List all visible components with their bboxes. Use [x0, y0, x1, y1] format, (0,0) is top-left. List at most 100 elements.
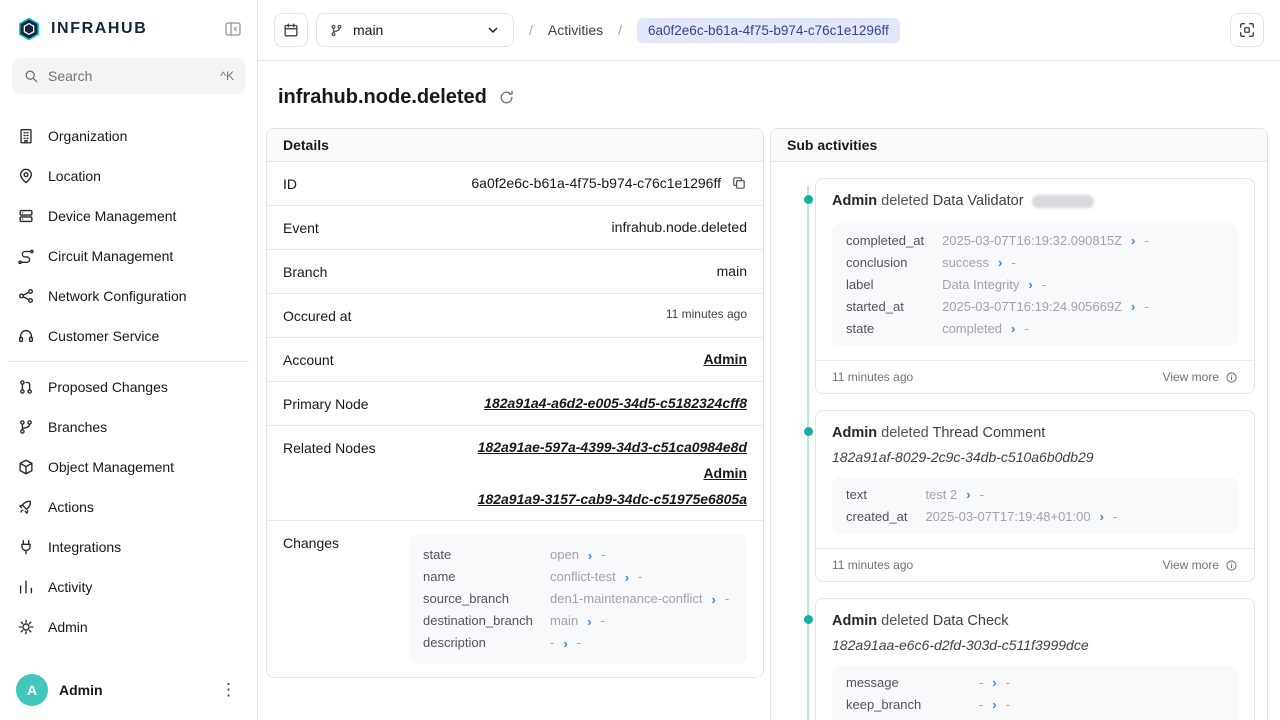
view-more-button[interactable]: View more: [1163, 370, 1238, 384]
change-after: -: [638, 566, 642, 588]
property-after: -: [1113, 509, 1117, 524]
activity-footer: 11 minutes ago View more: [816, 360, 1254, 393]
change-row: description - › -: [423, 632, 733, 654]
search-input[interactable]: Search ^K: [12, 58, 245, 94]
refresh-button[interactable]: [498, 89, 515, 106]
sidebar-item-activity[interactable]: Activity: [8, 567, 249, 607]
detail-label: Related Nodes: [283, 439, 376, 456]
chevron-right-icon[interactable]: ›: [1100, 510, 1104, 523]
topbar: main / Activities / 6a0f2e6c-b61a-4f75-b…: [258, 0, 1280, 61]
chevron-right-icon[interactable]: ›: [992, 676, 996, 689]
view-more-button[interactable]: View more: [1163, 558, 1238, 572]
chevron-right-icon[interactable]: ›: [711, 593, 715, 606]
detail-label: Branch: [283, 263, 327, 280]
activity-object: Data Validator: [933, 193, 1024, 209]
map-pin-icon: [17, 167, 35, 185]
sub-activities-timeline: Admin deleted Data Validator completed_a…: [771, 162, 1267, 720]
headset-icon: [17, 327, 35, 345]
activity-actor: Admin: [832, 613, 877, 629]
circuit-icon: [17, 247, 35, 265]
collapse-sidebar-button[interactable]: [223, 19, 243, 39]
gear-icon: [17, 618, 35, 636]
copy-icon[interactable]: [731, 175, 747, 191]
chevron-right-icon[interactable]: ›: [1011, 322, 1015, 335]
chevron-right-icon[interactable]: ›: [563, 637, 567, 650]
sidebar-item-object-management[interactable]: Object Management: [8, 447, 249, 487]
branch-selector[interactable]: main: [316, 13, 514, 47]
activity-object: Data Check: [933, 613, 1009, 629]
chevron-right-icon[interactable]: ›: [625, 571, 629, 584]
detail-value-branch: main: [717, 263, 747, 279]
chevron-right-icon[interactable]: ›: [998, 256, 1002, 269]
user-row: A Admin ⋮: [0, 660, 257, 720]
sidebar-item-circuit-management[interactable]: Circuit Management: [8, 236, 249, 276]
primary-node-link[interactable]: 182a91a4-a6d2-e005-34d5-c5182324cff8: [484, 395, 747, 411]
property-value: completed: [942, 321, 1002, 336]
property-after: -: [1144, 233, 1148, 248]
breadcrumb-separator: /: [529, 22, 533, 38]
sub-activities-title: Sub activities: [787, 137, 877, 153]
sidebar-item-device-management[interactable]: Device Management: [8, 196, 249, 236]
calendar-button[interactable]: [274, 13, 308, 47]
page-title-row: infrahub.node.deleted: [258, 61, 1280, 126]
activity-node-id: 182a91aa-e6c6-d2fd-303d-c511f3999dce: [816, 631, 1254, 653]
activity-properties: completed_at2025-03-07T16:19:32.090815Z›…: [832, 223, 1238, 346]
chevron-right-icon[interactable]: ›: [1131, 300, 1135, 313]
sidebar-item-location[interactable]: Location: [8, 156, 249, 196]
sidebar-item-label: Circuit Management: [48, 248, 173, 264]
sidebar-item-branches[interactable]: Branches: [8, 407, 249, 447]
sidebar-item-actions[interactable]: Actions: [8, 487, 249, 527]
property-after: -: [980, 487, 984, 502]
sidebar-item-label: Customer Service: [48, 328, 159, 344]
change-value: main: [550, 610, 578, 632]
breadcrumb-separator: /: [618, 22, 622, 38]
scan-button[interactable]: [1230, 13, 1264, 47]
related-node-link[interactable]: Admin: [703, 465, 747, 481]
chevron-right-icon[interactable]: ›: [966, 488, 970, 501]
sub-activity-title: Admin deleted Thread Comment: [816, 411, 1254, 443]
property-key: started_at: [846, 299, 924, 314]
detail-label: ID: [283, 175, 297, 192]
sidebar-item-organization[interactable]: Organization: [8, 116, 249, 156]
chevron-right-icon[interactable]: ›: [588, 549, 592, 562]
branch-selector-value: main: [353, 22, 383, 38]
detail-row-changes: Changes state open › - name conflict-tes…: [267, 521, 763, 677]
property-after: -: [1024, 321, 1028, 336]
change-row: destination_branch main › -: [423, 610, 733, 632]
user-menu-button[interactable]: ⋮: [216, 680, 241, 700]
account-link[interactable]: Admin: [703, 351, 747, 367]
change-after: -: [577, 632, 581, 654]
change-key: description: [423, 632, 541, 654]
activity-time: 11 minutes ago: [832, 558, 913, 572]
chevron-right-icon[interactable]: ›: [1131, 234, 1135, 247]
view-more-label: View more: [1163, 558, 1219, 572]
sub-activity-title: Admin deleted Data Check: [816, 599, 1254, 631]
sidebar-item-label: Actions: [48, 499, 94, 515]
git-pull-request-icon: [17, 378, 35, 396]
breadcrumb-current-id[interactable]: 6a0f2e6c-b61a-4f75-b974-c76c1e1296ff: [637, 18, 900, 43]
detail-row-account: Account Admin: [267, 338, 763, 382]
activity-action: deleted: [881, 425, 929, 441]
sub-activities-panel-header: Sub activities: [771, 129, 1267, 162]
activity-actor: Admin: [832, 425, 877, 441]
chevron-right-icon[interactable]: ›: [587, 615, 591, 628]
related-node-link[interactable]: 182a91a9-3157-cab9-34dc-c51975e6805a: [478, 491, 747, 507]
sidebar-item-customer-service[interactable]: Customer Service: [8, 316, 249, 356]
sidebar-item-integrations[interactable]: Integrations: [8, 527, 249, 567]
sidebar-item-label: Device Management: [48, 208, 176, 224]
chevron-right-icon[interactable]: ›: [1028, 278, 1032, 291]
sidebar: INFRAHUB Search ^K Organization Location: [0, 0, 258, 720]
breadcrumb-activities-link[interactable]: Activities: [548, 22, 603, 38]
sidebar-item-proposed-changes[interactable]: Proposed Changes: [8, 367, 249, 407]
detail-value-id: 6a0f2e6c-b61a-4f75-b974-c76c1e1296ff: [471, 175, 721, 191]
activity-properties: texttest 2›- created_at2025-03-07T17:19:…: [832, 477, 1238, 534]
chevron-right-icon[interactable]: ›: [992, 698, 996, 711]
sidebar-item-admin[interactable]: Admin: [8, 607, 249, 647]
detail-row-branch: Branch main: [267, 250, 763, 294]
sidebar-item-network-configuration[interactable]: Network Configuration: [8, 276, 249, 316]
change-key: state: [423, 544, 541, 566]
related-node-link[interactable]: 182a91ae-597a-4399-34d3-c51ca0984e8d: [478, 439, 747, 455]
property-key: keep_branch: [846, 697, 961, 712]
detail-label: Occured at: [283, 307, 351, 324]
detail-label: Account: [283, 351, 334, 368]
